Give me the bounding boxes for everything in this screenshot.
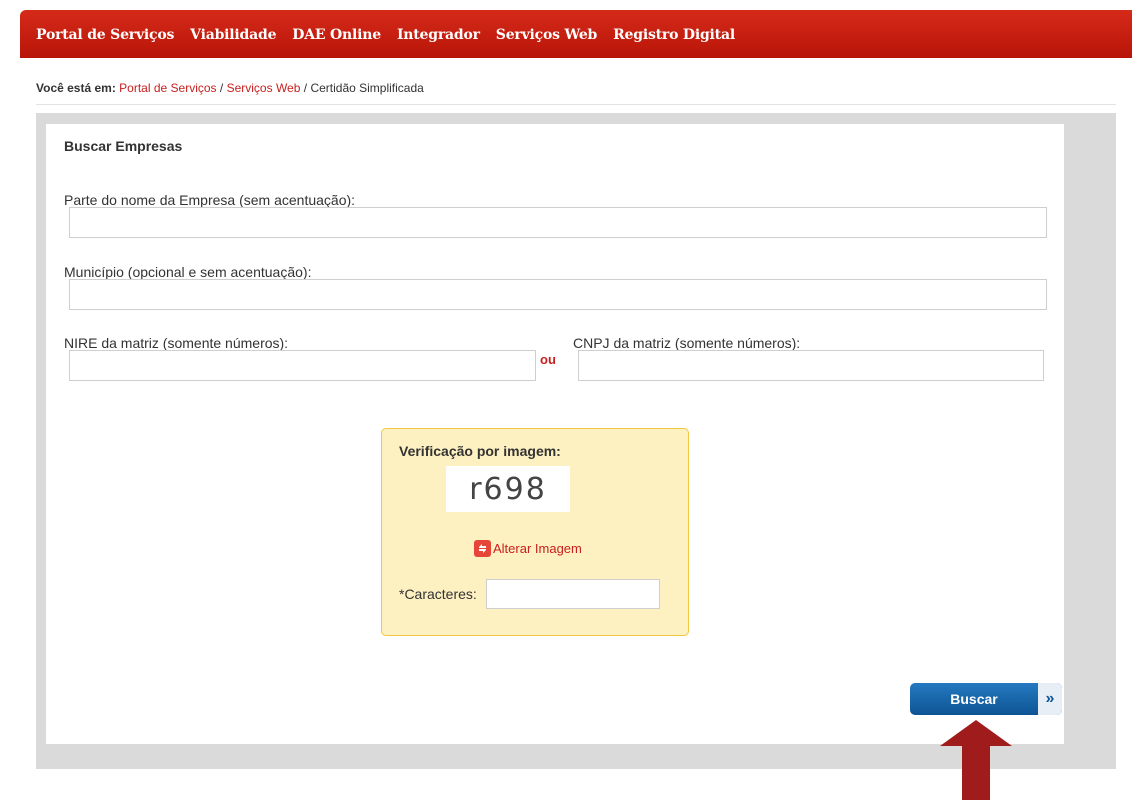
change-image-link[interactable]: Alterar Imagem [474,540,582,557]
company-name-input[interactable] [69,207,1047,238]
nav-item-servicos-web[interactable]: Serviços Web [496,27,598,43]
nav-menu: Portal de Serviços Viabilidade DAE Onlin… [36,27,735,43]
breadcrumb-divider [36,104,1116,105]
search-button[interactable]: Buscar » [910,683,1062,715]
nire-input[interactable] [69,350,536,381]
section-title: Buscar Empresas [64,138,183,154]
cnpj-input[interactable] [578,350,1044,381]
nav-item-portal-de-servicos[interactable]: Portal de Serviços [36,27,174,43]
refresh-icon [474,540,491,557]
or-separator: ou [540,352,556,367]
captcha-image-text: r698 [469,471,547,507]
breadcrumb-link-servicos-web[interactable]: Serviços Web [227,81,301,95]
cnpj-label: CNPJ da matriz (somente números): [573,335,801,351]
captcha-title: Verificação por imagem: [399,443,561,459]
breadcrumb: Você está em: Portal de Serviços / Servi… [36,81,424,95]
search-button-label: Buscar [950,691,998,707]
breadcrumb-lead: Você está em: [36,81,116,95]
nav-item-integrador[interactable]: Integrador [397,27,480,43]
captcha-image: r698 [446,466,570,512]
breadcrumb-link-portal[interactable]: Portal de Serviços [119,81,216,95]
characters-input[interactable] [486,579,660,609]
nire-label: NIRE da matriz (somente números): [64,335,289,351]
breadcrumb-separator: / [219,81,224,95]
company-name-label: Parte do nome da Empresa (sem acentuação… [64,192,356,208]
municipio-label: Município (opcional e sem acentuação): [64,264,312,280]
municipio-input[interactable] [69,279,1047,310]
change-image-label: Alterar Imagem [493,541,582,556]
nav-item-registro-digital[interactable]: Registro Digital [613,27,735,43]
characters-label: *Caracteres: [399,586,477,602]
breadcrumb-separator: / [303,81,308,95]
breadcrumb-current: Certidão Simplificada [310,81,424,95]
nav-item-dae-online[interactable]: DAE Online [292,27,381,43]
top-nav-bar: Portal de Serviços Viabilidade DAE Onlin… [20,10,1132,58]
nav-item-viabilidade[interactable]: Viabilidade [190,27,276,43]
annotation-arrow-icon [940,720,1012,800]
double-chevron-right-icon: » [1038,683,1062,715]
